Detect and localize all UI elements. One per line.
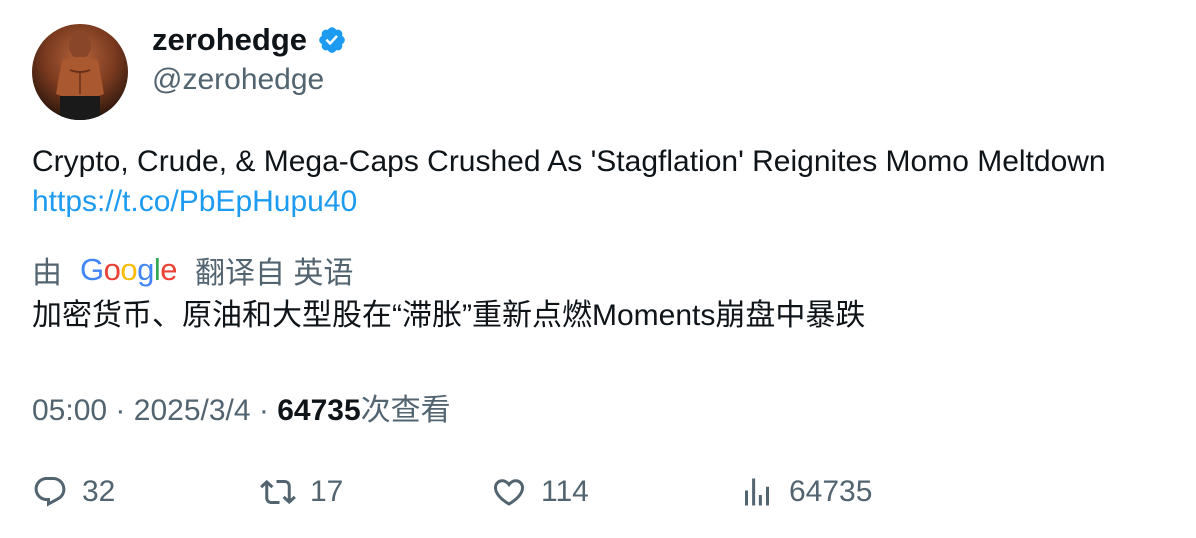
views-action-count: 64735: [789, 475, 873, 508]
tweet-link[interactable]: https://t.co/PbEpHupu40: [32, 185, 357, 218]
display-name-row[interactable]: zerohedge: [152, 22, 347, 58]
avatar[interactable]: [32, 24, 128, 120]
retweet-icon: [260, 479, 296, 505]
action-bar: 32 17 114 64735: [32, 470, 1152, 514]
translated-text: 加密货币、原油和大型股在“滞胀”重新点燃Moments崩盘中暴跌: [32, 299, 866, 332]
reply-count: 32: [82, 475, 116, 508]
views-button[interactable]: 64735: [739, 470, 872, 514]
user-handle[interactable]: @zerohedge: [152, 63, 324, 97]
verified-badge-icon: [317, 25, 347, 55]
reply-button[interactable]: 32: [32, 470, 115, 514]
tweet-body: Crypto, Crude, & Mega-Caps Crushed As 'S…: [32, 145, 1106, 178]
translation-prefix: 由: [32, 257, 62, 290]
translation-attribution: 由 Google 翻译自 英语: [32, 248, 353, 292]
views-icon: [745, 478, 769, 506]
translation-suffix: 翻译自 英语: [195, 257, 354, 290]
like-count: 114: [541, 475, 589, 508]
tweet-time[interactable]: 05:00: [32, 394, 107, 427]
google-logo: Google: [80, 252, 178, 287]
avatar-image: [56, 33, 104, 120]
reply-icon: [34, 477, 66, 507]
meta-separator: ·: [258, 394, 269, 427]
views-label: 次查看: [360, 394, 451, 427]
tweet-text: Crypto, Crude, & Mega-Caps Crushed As 'S…: [32, 142, 1152, 222]
retweet-button[interactable]: 17: [260, 470, 343, 514]
meta-separator: ·: [115, 394, 126, 427]
display-name[interactable]: zerohedge: [152, 22, 307, 58]
retweet-count: 17: [310, 475, 344, 508]
views-count: 64735: [277, 394, 361, 427]
tweet-meta: 05:00 · 2025/3/4 · 64735次查看: [32, 385, 451, 429]
like-button[interactable]: 114: [491, 470, 589, 514]
like-icon: [493, 479, 525, 506]
tweet-date[interactable]: 2025/3/4: [134, 394, 251, 427]
